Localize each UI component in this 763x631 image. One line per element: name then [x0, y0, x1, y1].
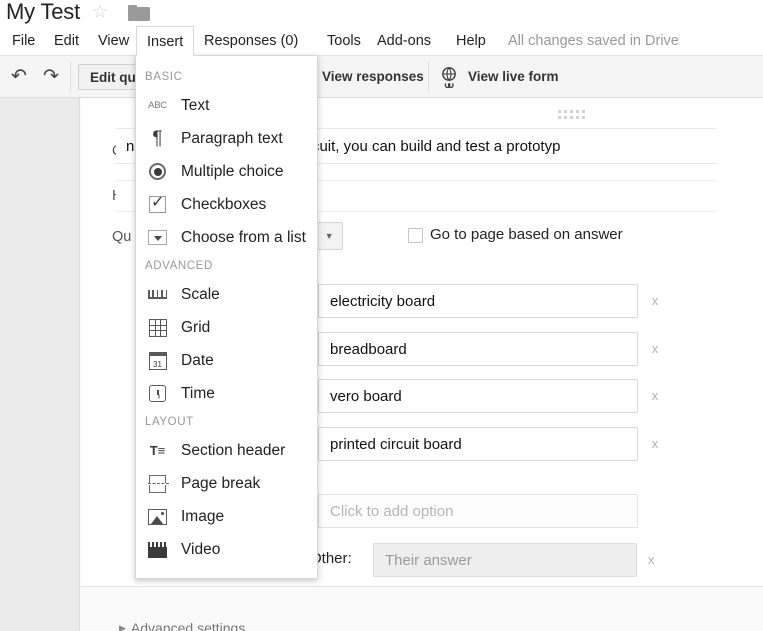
drag-dots-handle[interactable]	[558, 110, 588, 120]
save-status-text: All changes saved in Drive	[508, 33, 679, 49]
option-row: vero board x	[318, 379, 658, 413]
undo-icon[interactable]: ↶	[6, 66, 32, 88]
calendar-icon: 31	[145, 350, 170, 372]
remove-other-icon[interactable]: x	[648, 552, 655, 567]
menu-section-basic: BASIC	[145, 71, 183, 83]
view-responses-button[interactable]: View responses	[311, 64, 435, 90]
menu-item-page-break[interactable]: Page break	[136, 467, 317, 500]
clock-icon	[145, 383, 170, 405]
menu-item-label: Time	[181, 384, 215, 402]
menu-item-multiple-choice[interactable]: Multiple choice	[136, 155, 317, 188]
menu-item-label: Video	[181, 540, 221, 558]
dropdown-select-icon	[145, 227, 170, 249]
radio-button-icon	[145, 161, 170, 183]
menu-item-label: Image	[181, 507, 225, 525]
page-break-icon	[145, 473, 170, 495]
menu-item-time[interactable]: Time	[136, 377, 317, 410]
advanced-settings-label: Advanced settings	[130, 620, 246, 631]
section-header-icon: T≡	[149, 443, 166, 458]
menu-item-label: Multiple choice	[181, 162, 284, 180]
menu-insert[interactable]: Insert	[136, 26, 195, 56]
toolbar-divider-1	[70, 62, 71, 92]
option-row: printed circuit board x	[318, 427, 658, 461]
option-input[interactable]: breadboard	[318, 332, 638, 366]
title-bar: My Test ☆	[0, 0, 763, 26]
menu-item-label: Page break	[181, 474, 261, 492]
menu-item-scale[interactable]: Scale	[136, 278, 317, 311]
image-icon	[145, 506, 170, 528]
menu-item-section-header[interactable]: T≡ Section header	[136, 434, 317, 467]
scale-ruler-icon	[145, 284, 170, 306]
globe-link-icon	[438, 66, 460, 89]
advanced-settings-toggle[interactable]: ▶ Advanced settings	[119, 620, 245, 631]
pilcrow-icon: ¶	[152, 128, 163, 149]
menu-edit[interactable]: Edit	[44, 26, 89, 56]
add-option-input[interactable]: Click to add option	[318, 494, 638, 528]
toolbar-divider-2	[428, 62, 429, 92]
menu-item-date[interactable]: 31 Date	[136, 344, 317, 377]
option-input[interactable]: vero board	[318, 379, 638, 413]
menu-item-label: Grid	[181, 318, 211, 336]
option-row: breadboard x	[318, 332, 658, 366]
page-title[interactable]: My Test	[6, 0, 80, 25]
remove-option-icon[interactable]: x	[648, 388, 662, 404]
option-input[interactable]: printed circuit board	[318, 427, 638, 461]
remove-option-icon[interactable]: x	[648, 341, 662, 357]
menu-file[interactable]: File	[2, 26, 45, 56]
menu-item-label: Text	[181, 96, 210, 114]
menu-addons[interactable]: Add-ons	[367, 26, 441, 56]
view-live-form-label: View live form	[468, 69, 559, 84]
menu-item-label: Paragraph text	[181, 129, 283, 147]
menu-item-paragraph-text[interactable]: ¶ Paragraph text	[136, 122, 317, 155]
menu-section-layout: LAYOUT	[145, 416, 194, 428]
go-to-page-label: Go to page based on answer	[430, 226, 623, 243]
menu-item-label: Section header	[181, 441, 286, 459]
menu-item-text[interactable]: ABC Text	[136, 89, 317, 122]
menu-help[interactable]: Help	[446, 26, 496, 56]
star-icon[interactable]: ☆	[90, 3, 110, 23]
menu-item-choose-from-a-list[interactable]: Choose from a list	[136, 221, 317, 254]
abc-text-icon: ABC	[148, 100, 167, 111]
menu-item-grid[interactable]: Grid	[136, 311, 317, 344]
other-answer-field: Their answer	[373, 543, 637, 577]
menu-item-label: Choose from a list	[181, 228, 306, 246]
question-type-label: Qu	[112, 229, 132, 245]
menu-section-advanced: ADVANCED	[145, 260, 213, 272]
app-root: My Test ☆ File Edit View Insert Response…	[0, 0, 763, 631]
video-clapperboard-icon	[145, 539, 170, 561]
menu-item-label: Scale	[181, 285, 220, 303]
menu-item-label: Checkboxes	[181, 195, 267, 213]
checkbox-icon	[145, 192, 170, 216]
remove-option-icon[interactable]: x	[648, 436, 662, 452]
menu-responses[interactable]: Responses (0)	[194, 26, 308, 56]
insert-dropdown-menu: BASIC ABC Text ¶ Paragraph text Multiple…	[135, 55, 318, 579]
remove-option-icon[interactable]: x	[648, 293, 662, 309]
menu-item-image[interactable]: Image	[136, 500, 317, 533]
menu-view[interactable]: View	[88, 26, 139, 56]
toolbar: ↶ ↷ Edit questions View responses View l…	[0, 56, 763, 98]
grid-icon	[145, 317, 170, 339]
menu-item-video[interactable]: Video	[136, 533, 317, 566]
redo-icon[interactable]: ↷	[38, 66, 64, 88]
view-live-form-button[interactable]: View live form	[438, 64, 559, 90]
menu-item-label: Date	[181, 351, 214, 369]
folder-icon-body	[128, 7, 150, 21]
menu-item-checkboxes[interactable]: Checkboxes	[136, 188, 317, 221]
option-input[interactable]: electricity board	[318, 284, 638, 318]
left-gutter	[0, 98, 80, 631]
triangle-right-icon: ▶	[119, 623, 126, 631]
menu-tools[interactable]: Tools	[317, 26, 371, 56]
option-row: electricity board x	[318, 284, 658, 318]
folder-icon[interactable]	[128, 5, 150, 21]
add-option-row: Click to add option	[318, 494, 638, 528]
menu-bar: File Edit View Insert Responses (0) Tool…	[0, 26, 763, 56]
go-to-page-checkbox[interactable]	[408, 228, 423, 243]
chevron-down-icon: ▼	[324, 231, 334, 241]
